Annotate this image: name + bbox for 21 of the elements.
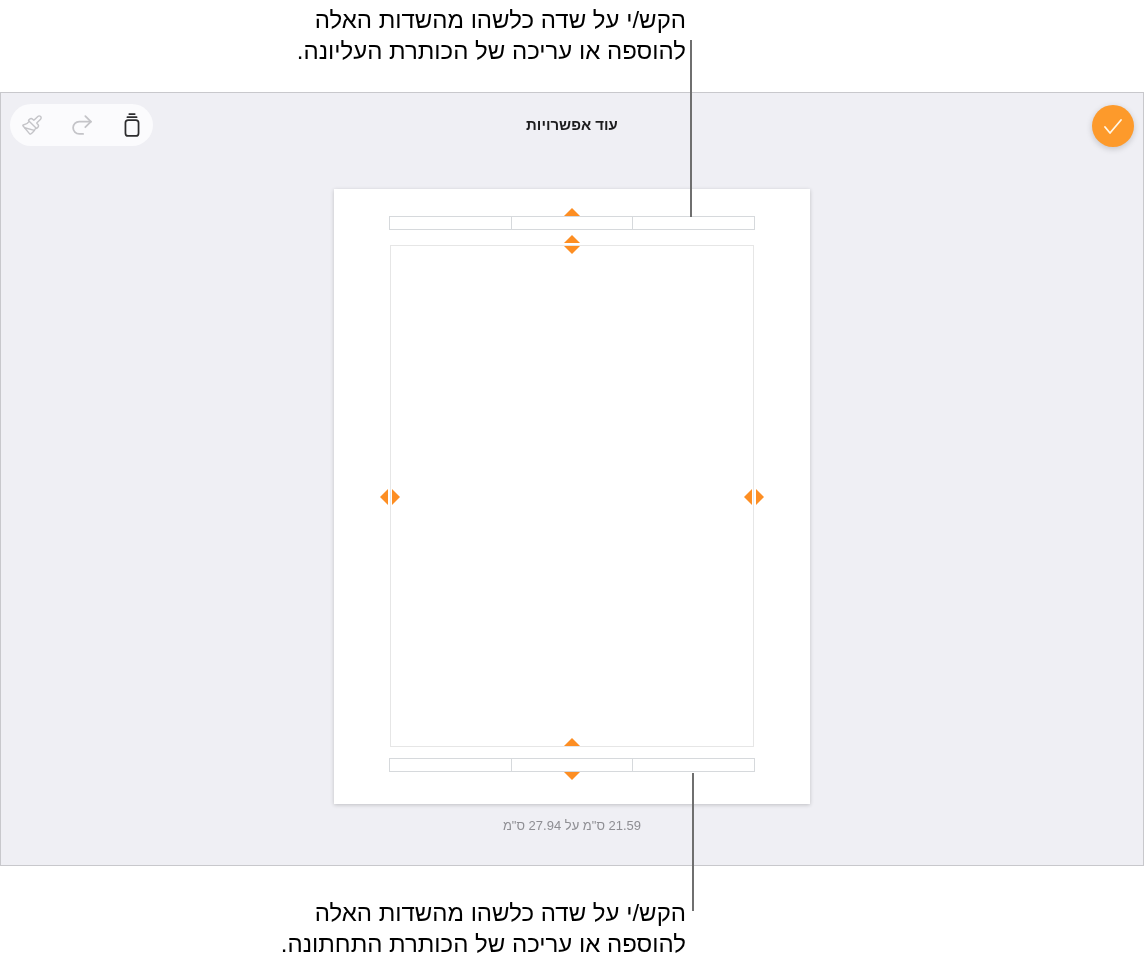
redo-arrow-icon [72, 115, 92, 135]
up-down-triangles-icon[interactable] [564, 235, 580, 254]
up-triangle-icon[interactable] [564, 208, 580, 216]
header-field[interactable] [510, 216, 634, 230]
left-right-triangles-icon[interactable] [380, 489, 400, 505]
footer-field[interactable] [632, 758, 755, 772]
header-field[interactable] [389, 216, 512, 230]
copy-icon [124, 113, 140, 137]
up-triangle-icon[interactable] [564, 738, 580, 746]
header-field[interactable] [632, 216, 755, 230]
page-size-label: 21.59 ס"מ על 27.94 ס"מ [502, 818, 642, 834]
down-triangle-icon[interactable] [564, 772, 580, 780]
callout-text: הקש/י על שדה כלשהו מהשדות האלה להוספה או עריכה של הכותרת התחתונה. [280, 898, 686, 959]
paintbrush-icon [21, 114, 43, 136]
done-button[interactable] [1092, 105, 1134, 147]
left-right-triangles-icon[interactable] [744, 489, 764, 505]
footer-field[interactable] [389, 758, 512, 772]
footer-field[interactable] [510, 758, 634, 772]
checkmark-icon [1104, 118, 1122, 134]
screen-title: עוד אפשרויות [526, 116, 618, 134]
callout-text: הקש/י על שדה כלשהו מהשדות האלה להוספה או עריכה של הכותרת העליונה. [296, 5, 686, 66]
